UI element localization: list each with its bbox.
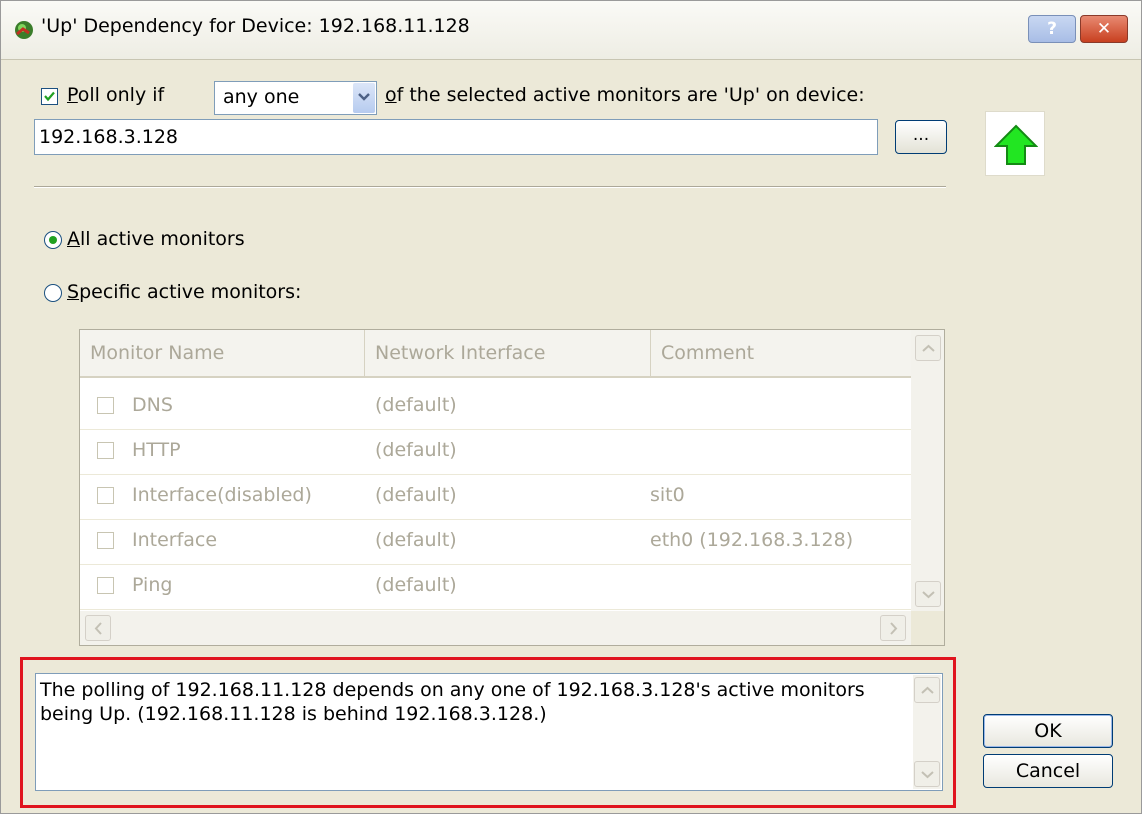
dependency-description-text: The polling of 192.168.11.128 depends on…	[40, 679, 865, 725]
chevron-up-icon	[921, 686, 934, 694]
scroll-up-button[interactable]	[915, 335, 941, 361]
monitor-name: Ping	[132, 574, 173, 596]
row-checkbox[interactable]	[97, 577, 114, 594]
scroll-down-button[interactable]	[914, 761, 940, 787]
monitors-table[interactable]: Monitor Name Network Interface Comment D…	[79, 329, 945, 646]
poll-only-if-label[interactable]: Poll only if	[67, 84, 164, 106]
scroll-up-button[interactable]	[914, 677, 940, 703]
row-checkbox[interactable]	[97, 532, 114, 549]
window-title: 'Up' Dependency for Device: 192.168.11.1…	[41, 15, 470, 37]
poll-count-dropdown[interactable]: any one	[214, 81, 377, 115]
scroll-left-button[interactable]	[85, 615, 111, 641]
close-button[interactable]: ✕	[1080, 15, 1128, 43]
chevron-down-icon	[358, 93, 370, 101]
scroll-down-button[interactable]	[915, 581, 941, 607]
network-interface: (default)	[375, 529, 457, 551]
description-scrollbar[interactable]	[913, 675, 941, 789]
row-checkbox[interactable]	[97, 397, 114, 414]
chevron-up-icon	[922, 344, 935, 352]
table-row[interactable]: Ping (default)	[80, 564, 911, 610]
comment: eth0 (192.168.3.128)	[650, 529, 854, 551]
help-button[interactable]: ?	[1028, 15, 1076, 43]
table-header: Monitor Name Network Interface Comment	[80, 330, 911, 378]
separator	[34, 186, 946, 188]
all-monitors-label[interactable]: All active monitors	[67, 228, 245, 250]
selected-monitors-label: of the selected active monitors are 'Up'…	[385, 84, 865, 106]
poll-only-if-checkbox[interactable]	[41, 88, 58, 105]
ellipsis-icon: ...	[912, 125, 930, 145]
row-checkbox[interactable]	[97, 442, 114, 459]
network-interface: (default)	[375, 439, 457, 461]
chevron-right-icon	[890, 622, 898, 635]
all-monitors-radio[interactable]	[44, 231, 62, 249]
horizontal-scrollbar[interactable]	[80, 611, 911, 645]
chevron-down-icon	[921, 771, 934, 779]
column-header-network-interface[interactable]: Network Interface	[365, 330, 651, 376]
close-icon: ✕	[1096, 19, 1112, 39]
scroll-right-button[interactable]	[880, 615, 906, 641]
comment: sit0	[650, 484, 685, 506]
table-row[interactable]: Interface (default) eth0 (192.168.3.128)	[80, 519, 911, 565]
monitor-name: DNS	[132, 394, 173, 416]
device-status-icon	[15, 21, 33, 39]
device-status-panel	[985, 111, 1045, 176]
table-row[interactable]: HTTP (default)	[80, 429, 911, 475]
monitor-name: HTTP	[132, 439, 181, 461]
cancel-button[interactable]: Cancel	[983, 754, 1113, 788]
chevron-down-icon	[922, 591, 935, 599]
row-checkbox[interactable]	[97, 487, 114, 504]
chevron-left-icon	[94, 622, 102, 635]
monitor-name: Interface(disabled)	[132, 484, 312, 506]
dependency-description[interactable]: The polling of 192.168.11.128 depends on…	[35, 673, 943, 791]
table-row[interactable]: Interface(disabled) (default) sit0	[80, 474, 911, 520]
dropdown-button[interactable]	[353, 83, 375, 113]
radio-selected-dot	[49, 236, 57, 244]
table-row[interactable]: DNS (default)	[80, 384, 911, 430]
ok-button[interactable]: OK	[983, 714, 1113, 748]
monitor-name: Interface	[132, 529, 218, 551]
device-field[interactable]: 192.168.3.128	[34, 119, 878, 155]
network-interface: (default)	[375, 574, 457, 596]
device-field-value: 192.168.3.128	[39, 126, 179, 148]
specific-monitors-radio[interactable]	[44, 284, 62, 302]
title-bar[interactable]: 'Up' Dependency for Device: 192.168.11.1…	[1, 1, 1141, 60]
specific-monitors-label[interactable]: Specific active monitors:	[67, 281, 301, 303]
up-arrow-icon	[994, 124, 1038, 165]
poll-count-value: any one	[223, 86, 300, 108]
checkmark-icon	[44, 91, 55, 102]
network-interface: (default)	[375, 394, 457, 416]
scrollbar-corner	[911, 611, 944, 645]
network-interface: (default)	[375, 484, 457, 506]
help-icon: ?	[1047, 19, 1057, 39]
dependency-dialog: 'Up' Dependency for Device: 192.168.11.1…	[0, 0, 1142, 814]
browse-device-button[interactable]: ...	[895, 120, 947, 154]
column-header-comment[interactable]: Comment	[651, 330, 911, 376]
vertical-scrollbar[interactable]	[911, 330, 944, 611]
column-header-monitor-name[interactable]: Monitor Name	[80, 330, 365, 376]
